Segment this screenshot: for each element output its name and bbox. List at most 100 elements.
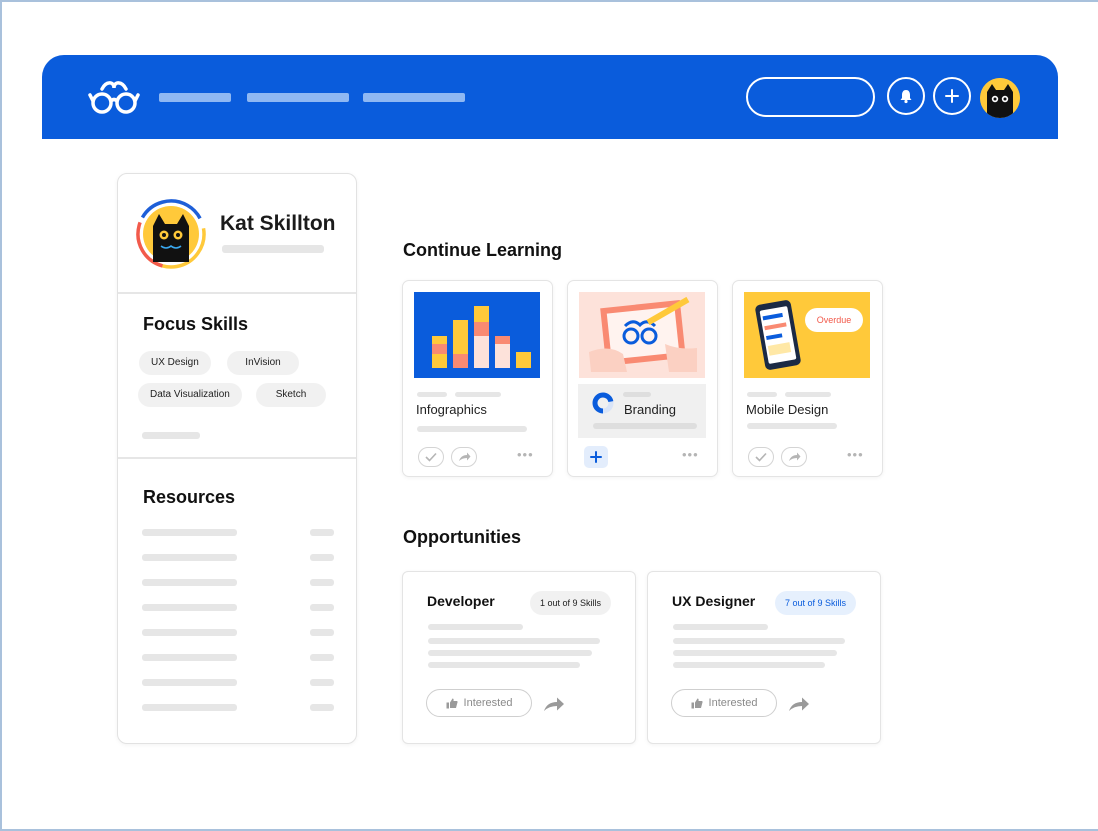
- bell-icon: [900, 90, 912, 104]
- resource-item-placeholder[interactable]: [142, 529, 237, 536]
- resource-meta-placeholder: [310, 629, 334, 636]
- nav-link-placeholder-2[interactable]: [247, 93, 349, 102]
- course-title: Mobile Design: [746, 402, 829, 417]
- opportunities-title: Opportunities: [403, 527, 521, 547]
- profile-avatar[interactable]: [135, 198, 207, 270]
- more-dots-icon[interactable]: •••: [517, 447, 534, 462]
- more-dots-icon[interactable]: •••: [847, 447, 864, 462]
- course-meta-placeholder: [417, 392, 447, 397]
- nav-link-placeholder-1[interactable]: [159, 93, 231, 102]
- add-button[interactable]: [933, 77, 971, 115]
- progress-ring-icon: [592, 392, 614, 414]
- course-thumbnail: [414, 292, 540, 378]
- skill-pill-invision[interactable]: InVision: [227, 351, 299, 375]
- description-placeholder: [673, 650, 837, 656]
- resources-title: Resources: [143, 487, 236, 507]
- description-placeholder: [428, 650, 592, 656]
- cat-avatar-icon: [980, 78, 1020, 118]
- thumbs-up-icon: [446, 698, 458, 708]
- resource-item-placeholder[interactable]: [142, 704, 237, 711]
- user-avatar[interactable]: [980, 78, 1020, 118]
- skill-pill-ux-design[interactable]: UX Design: [139, 351, 211, 375]
- bar-chart-illustration-icon: [432, 306, 531, 368]
- complete-button[interactable]: [748, 447, 774, 467]
- course-title: Infographics: [416, 402, 487, 417]
- search-input[interactable]: [746, 77, 875, 117]
- course-progress-placeholder: [747, 423, 837, 429]
- resource-item-placeholder[interactable]: [142, 554, 237, 561]
- plus-icon: [945, 89, 959, 103]
- skill-match-badge: 1 out of 9 Skills: [530, 591, 612, 615]
- description-placeholder: [673, 638, 845, 644]
- description-placeholder: [673, 662, 825, 668]
- interested-label: Interested: [708, 697, 758, 709]
- resource-meta-placeholder: [310, 554, 334, 561]
- course-card-mobile-design[interactable]: Overdue Mobile Design •••: [732, 280, 883, 477]
- skill-match-badge: 7 out of 9 Skills: [775, 591, 857, 615]
- resource-item-placeholder[interactable]: [142, 604, 237, 611]
- course-meta-placeholder: [623, 392, 651, 397]
- opportunity-card-ux-designer[interactable]: UX Designer 7 out of 9 Skills Interested: [647, 571, 881, 744]
- check-icon: [755, 452, 767, 462]
- skill-pill-data-visualization[interactable]: Data Visualization: [138, 383, 242, 407]
- resource-meta-placeholder: [310, 679, 334, 686]
- resource-meta-placeholder: [310, 654, 334, 661]
- share-button[interactable]: [781, 447, 807, 467]
- resource-meta-placeholder: [310, 704, 334, 711]
- share-button[interactable]: [451, 447, 477, 467]
- resource-item-placeholder[interactable]: [142, 654, 237, 661]
- share-arrow-icon: [458, 452, 470, 461]
- course-thumbnail: Overdue: [744, 292, 870, 378]
- opportunity-card-developer[interactable]: Developer 1 out of 9 Skills Interested: [402, 571, 636, 744]
- more-skills-placeholder[interactable]: [142, 432, 200, 439]
- add-course-button[interactable]: [584, 446, 608, 468]
- branding-illustration-icon: [589, 296, 697, 372]
- resource-meta-placeholder: [310, 604, 334, 611]
- continue-learning-title: Continue Learning: [403, 240, 562, 260]
- description-placeholder: [428, 624, 523, 630]
- skill-pill-sketch[interactable]: Sketch: [256, 383, 326, 407]
- mobile-phone-illustration-icon: [755, 300, 801, 370]
- profile-card: Kat Skillton Focus Skills UX Design InVi…: [117, 173, 357, 744]
- description-placeholder: [428, 638, 600, 644]
- interested-button[interactable]: Interested: [426, 689, 532, 717]
- course-meta-placeholder: [785, 392, 831, 397]
- opportunity-title: Developer: [427, 593, 495, 609]
- share-arrow-icon[interactable]: [788, 696, 810, 712]
- course-card-branding[interactable]: Branding •••: [567, 280, 718, 477]
- focus-skills-title: Focus Skills: [143, 314, 249, 334]
- overdue-badge: Overdue: [805, 308, 863, 332]
- description-placeholder: [673, 624, 768, 630]
- glasses-logo-icon[interactable]: [88, 79, 140, 115]
- interested-button[interactable]: Interested: [671, 689, 777, 717]
- opportunity-title: UX Designer: [672, 593, 756, 609]
- top-navigation-bar: [42, 55, 1058, 139]
- course-meta-placeholder: [747, 392, 777, 397]
- resource-item-placeholder[interactable]: [142, 579, 237, 586]
- description-placeholder: [428, 662, 580, 668]
- divider: [118, 457, 356, 459]
- profile-name: Kat Skillton: [220, 212, 336, 235]
- course-title: Branding: [624, 402, 677, 417]
- nav-link-placeholder-3[interactable]: [363, 93, 465, 102]
- share-arrow-icon: [788, 452, 800, 461]
- resource-meta-placeholder: [310, 529, 334, 536]
- course-progress-placeholder: [417, 426, 527, 432]
- interested-label: Interested: [463, 697, 513, 709]
- thumbs-up-icon: [691, 698, 703, 708]
- resource-item-placeholder[interactable]: [142, 629, 237, 636]
- course-card-infographics[interactable]: Infographics •••: [402, 280, 553, 477]
- profile-subtitle-placeholder: [222, 245, 324, 253]
- divider: [118, 292, 356, 294]
- resource-item-placeholder[interactable]: [142, 679, 237, 686]
- more-dots-icon[interactable]: •••: [682, 447, 699, 462]
- resource-meta-placeholder: [310, 579, 334, 586]
- check-icon: [425, 452, 437, 462]
- course-thumbnail: [579, 292, 705, 378]
- course-meta-placeholder: [455, 392, 501, 397]
- complete-button[interactable]: [418, 447, 444, 467]
- notifications-button[interactable]: [887, 77, 925, 115]
- plus-icon: [590, 451, 602, 463]
- course-progress-placeholder: [593, 423, 697, 429]
- share-arrow-icon[interactable]: [543, 696, 565, 712]
